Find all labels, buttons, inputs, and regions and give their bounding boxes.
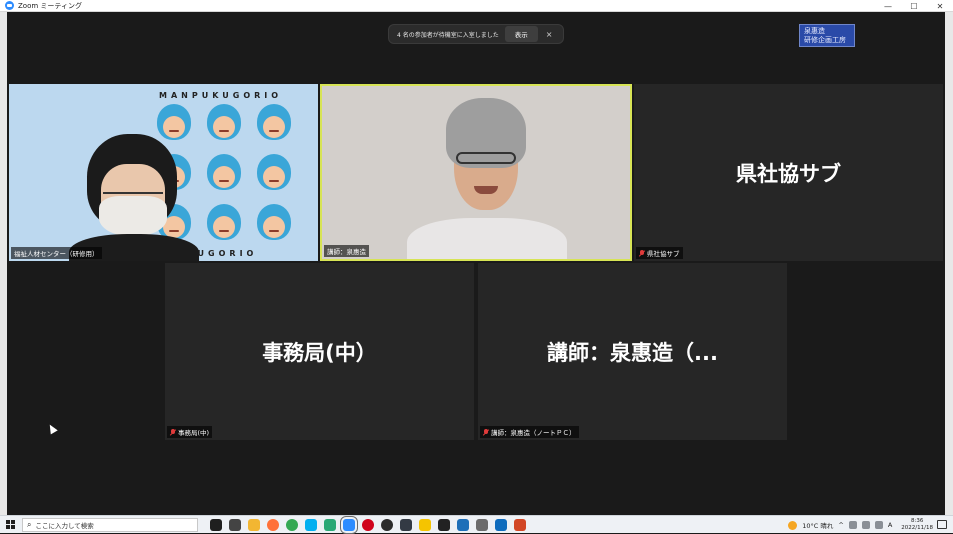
participant-name-label: 講師：泉惠造 — [324, 245, 369, 257]
onedrive-icon[interactable] — [861, 521, 870, 529]
window-title: Zoom ミーティング — [18, 1, 82, 10]
participant-name-label: 福祉人材センター（研修用） — [11, 247, 102, 259]
stage-border-left — [0, 12, 7, 515]
notification-text: 4 名の参加者が待機室に入室しました — [397, 31, 499, 39]
notification-center-icon[interactable] — [937, 520, 947, 529]
participant-tile-lecturer[interactable]: 講師：泉惠造 — [320, 84, 632, 261]
terminal-icon[interactable] — [400, 518, 412, 531]
mascot-face-icon — [207, 104, 241, 140]
window-controls: — ☐ ✕ — [875, 0, 953, 12]
obs-icon[interactable] — [381, 518, 393, 531]
zoom-logo-icon — [5, 1, 14, 10]
participant-tile-secretariat[interactable]: 事務局(中） 事務局(中) — [165, 263, 474, 440]
mascot-face-icon — [257, 204, 291, 240]
camera-icon[interactable] — [476, 518, 488, 531]
record-icon[interactable] — [362, 518, 374, 531]
weather-sun-icon — [788, 520, 798, 530]
participant-display-name: 事務局(中） — [262, 340, 377, 365]
host-badge-line1: 泉惠造 — [804, 27, 825, 35]
participant-video-person — [407, 98, 567, 259]
taskbar-search-box[interactable]: ⌕ ここに入力して検索 — [22, 517, 198, 532]
multitask-icon[interactable] — [229, 518, 241, 531]
maximize-button[interactable]: ☐ — [901, 0, 927, 12]
participant-name-label: 事務局(中) — [167, 426, 213, 438]
notification-close-icon[interactable]: × — [546, 30, 553, 39]
weather-text[interactable]: 10°C 晴れ — [802, 520, 833, 530]
task-view-icon[interactable] — [210, 518, 222, 531]
title-bar: Zoom ミーティング — ☐ ✕ — [0, 0, 953, 12]
mic-muted-icon — [483, 428, 489, 436]
clock-date: 2022/11/18 — [901, 525, 933, 531]
meeting-stage: 4 名の参加者が待機室に入室しました 表示 × 泉惠造 研修企画工房 MANPU… — [0, 12, 953, 515]
participant-tile-prefecture-sub[interactable]: 県社協サブ 県社協サブ — [634, 84, 943, 261]
host-badge: 泉惠造 研修企画工房 — [799, 24, 855, 47]
participant-display-name: 県社協サブ — [736, 161, 841, 186]
volume-icon[interactable] — [874, 521, 883, 529]
network-icon[interactable] — [848, 521, 857, 529]
mascot-face-icon — [207, 154, 241, 190]
participant-name-label: 県社協サブ — [636, 247, 683, 259]
virtual-background-text: MANPUKUGORIO — [159, 91, 283, 100]
ime-indicator[interactable]: A — [888, 521, 892, 529]
powerpoint-icon[interactable] — [514, 518, 526, 531]
participant-tile-center-staff[interactable]: MANPUKUGORIO UKUGORIO 福祉人材センター（研修用） — [9, 84, 318, 261]
photos-icon[interactable] — [457, 518, 469, 531]
minimize-button[interactable]: — — [875, 0, 901, 12]
participant-video-person — [69, 134, 199, 261]
outlook-icon[interactable] — [495, 518, 507, 531]
firefox-icon[interactable] — [267, 518, 279, 531]
skype-icon[interactable] — [305, 518, 317, 531]
mascot-face-icon — [257, 154, 291, 190]
mic-muted-icon — [639, 249, 645, 257]
file-explorer-icon[interactable] — [248, 518, 260, 531]
edge-icon[interactable] — [324, 518, 336, 531]
windows-logo-icon — [5, 520, 15, 529]
participant-display-name: 講師：泉惠造（... — [547, 340, 718, 365]
windows-taskbar: ⌕ ここに入力して検索 10°C 晴れ ^ A 8:36 2022/11/18 — [0, 515, 953, 534]
view-waiting-room-button[interactable]: 表示 — [504, 26, 538, 42]
close-window-button[interactable]: ✕ — [927, 0, 953, 12]
windows-start-button[interactable] — [2, 516, 18, 534]
participant-tile-lecturer-notebook[interactable]: 講師：泉惠造（... 講師：泉惠造（ノートＰＣ） — [478, 263, 787, 440]
chevron-up-icon[interactable]: ^ — [838, 521, 843, 529]
stage-border-right — [945, 12, 953, 515]
host-badge-line2: 研修企画工房 — [804, 36, 846, 44]
waiting-room-notification: 4 名の参加者が待機室に入室しました 表示 × — [388, 24, 564, 44]
search-placeholder: ここに入力して検索 — [35, 521, 94, 530]
chrome-icon[interactable] — [286, 518, 298, 531]
mascot-face-icon — [257, 104, 291, 140]
mic-muted-icon — [170, 428, 176, 436]
participant-name-label: 講師：泉惠造（ノートＰＣ） — [480, 426, 579, 438]
search-icon: ⌕ — [27, 519, 32, 529]
mascot-face-icon — [207, 204, 241, 240]
media-icon[interactable] — [438, 518, 450, 531]
taskbar-clock[interactable]: 8:36 2022/11/18 — [901, 518, 933, 532]
system-tray: 10°C 晴れ ^ A 8:36 2022/11/18 — [788, 516, 933, 534]
clock-time: 8:36 — [910, 518, 924, 524]
taskbar-apps — [210, 515, 526, 534]
zoom-icon[interactable] — [340, 515, 358, 534]
notes-icon[interactable] — [419, 518, 431, 531]
